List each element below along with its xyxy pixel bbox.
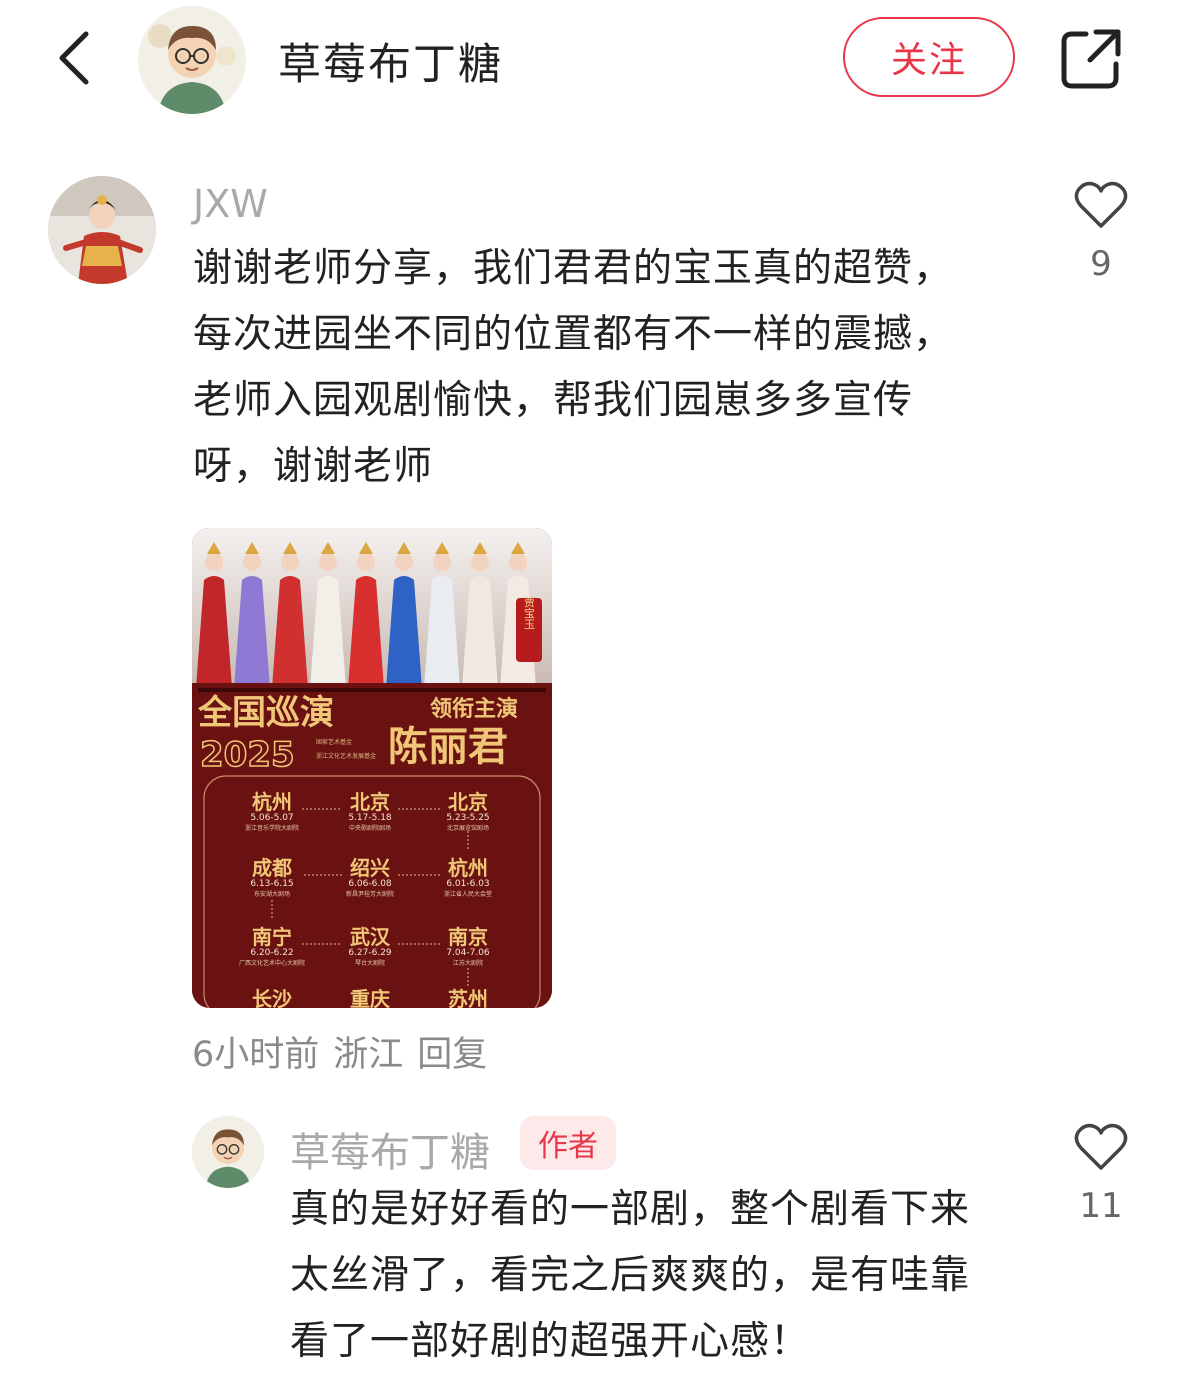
tour-stop-city: 长沙: [252, 987, 292, 1008]
top-bar: 草莓布丁糖 关注: [0, 0, 1179, 120]
tour-stop: 杭州6.01-6.03浙江省人民大会堂: [444, 856, 492, 898]
tour-stop-dates: 6.13-6.15: [250, 879, 293, 889]
actor-head: [433, 553, 451, 571]
tour-stop-city: 杭州: [448, 856, 488, 880]
reply-line: 太丝滑了，看完之后爽爽的，是有哇靠: [290, 1253, 971, 1298]
tour-stop: 北京5.17-5.18中央歌剧院剧场: [348, 790, 392, 832]
comment-meta: 6小时前 浙江 回复: [192, 1026, 501, 1077]
actor-head: [243, 553, 261, 571]
tour-stop: 杭州5.06-5.07浙江音乐学院大剧院: [245, 790, 299, 832]
tour-stop-city: 成都: [252, 856, 292, 880]
reply-line: 真的是好好看的一部剧，整个剧看下来: [290, 1187, 971, 1232]
tour-stop: 苏州: [448, 987, 488, 1008]
poster-lead-label: 领衔主演: [430, 696, 518, 722]
actor-head: [471, 553, 489, 571]
tour-stop-venue: 东安湖大剧场: [254, 890, 290, 898]
reply-username[interactable]: 草莓布丁糖: [290, 1120, 490, 1178]
commenter-avatar[interactable]: [48, 176, 156, 284]
actor-head: [395, 553, 413, 571]
tour-stop-venue: 北京展览馆剧场: [447, 824, 489, 832]
follow-button[interactable]: 关注: [843, 17, 1015, 97]
reply-button[interactable]: 回复: [417, 1035, 487, 1075]
back-arrow-icon[interactable]: [50, 26, 100, 90]
author-avatar[interactable]: [138, 6, 246, 114]
tour-stop-dates: 5.06-5.07: [250, 813, 293, 823]
poster-org-line: 浙江文化艺术发展基金: [316, 752, 376, 760]
poster-tour-title: 全国巡演: [197, 693, 334, 733]
heart-icon: [1074, 1123, 1128, 1170]
poster-lead-name: 陈丽君: [388, 723, 508, 770]
comment-text: 谢谢老师分享，我们君君的宝玉真的超赞， 每次进园坐不同的位置都有不一样的震撼， …: [193, 236, 953, 500]
commenter-username[interactable]: JXW: [193, 182, 268, 226]
actor-head: [319, 553, 337, 571]
tour-stop-city: 北京: [350, 790, 390, 814]
tour-stop: 重庆: [350, 987, 390, 1008]
tour-stop-venue: 江苏大剧院: [453, 959, 483, 967]
tour-stop: 长沙: [252, 987, 292, 1008]
comment-like-button[interactable]: 9: [1071, 180, 1131, 284]
heart-icon: [1074, 181, 1128, 228]
actor-head: [509, 553, 527, 571]
tour-stop-venue: 浙江音乐学院大剧院: [245, 824, 299, 832]
tour-stop-dates: 6.27-6.29: [348, 948, 392, 958]
tour-stop: 绍兴6.06-6.08新昌尹桂芳大剧院: [346, 856, 394, 898]
actor-head: [357, 553, 375, 571]
comment-line: 每次进园坐不同的位置都有不一样的震撼，: [193, 312, 954, 357]
comment-line: 谢谢老师分享，我们君君的宝玉真的超赞，: [193, 246, 954, 291]
tour-stop-dates: 6.06-6.08: [348, 879, 392, 889]
tour-stop-dates: 5.23-5.25: [446, 813, 489, 823]
tour-stop-dates: 7.04-7.06: [446, 948, 490, 958]
actor-head: [205, 553, 223, 571]
tour-stop-city: 南宁: [252, 925, 292, 949]
tour-stop-city: 重庆: [350, 987, 390, 1008]
comment-line: 呀，谢谢老师: [193, 444, 434, 489]
page-title: 草莓布丁糖: [278, 40, 503, 90]
like-count: 11: [1079, 1186, 1123, 1226]
tour-stop-venue: 广西文化艺术中心大剧院: [239, 959, 305, 967]
tour-stop-city: 南京: [448, 925, 488, 949]
reply-like-button[interactable]: 11: [1071, 1122, 1131, 1226]
author-badge: 作者: [520, 1116, 616, 1170]
tour-stop-venue: 琴台大剧院: [355, 959, 385, 967]
reply-author-avatar[interactable]: [192, 1116, 264, 1188]
tour-stop-city: 武汉: [350, 925, 391, 949]
like-count: 9: [1090, 244, 1112, 284]
tour-stop-city: 杭州: [252, 790, 292, 814]
poster-year: 2025: [200, 735, 295, 775]
poster-org-line: 国家艺术基金: [316, 738, 352, 746]
comment-time: 6小时前: [192, 1035, 320, 1075]
actor-head: [281, 553, 299, 571]
reply-line: 看了一部好剧的超强开心感！: [290, 1319, 811, 1364]
reply-text: 真的是好好看的一部剧，整个剧看下来 太丝滑了，看完之后爽爽的，是有哇靠 看了一部…: [290, 1177, 970, 1375]
tour-stop-city: 苏州: [448, 987, 488, 1008]
comment-image-poster[interactable]: 贾宝玉 全国巡演 2025 领衔主演 陈丽君 国家艺术基金 浙江文化艺术发展基金…: [192, 528, 552, 1008]
tour-stop-city: 绍兴: [350, 856, 390, 880]
tour-stop-venue: 中央歌剧院剧场: [349, 824, 391, 832]
poster-side-label: 贾宝玉: [523, 596, 536, 629]
tour-stop-city: 北京: [448, 790, 488, 814]
comment-location: 浙江: [333, 1035, 404, 1075]
share-icon[interactable]: [1058, 26, 1124, 92]
tour-stop: 成都6.13-6.15东安湖大剧场: [250, 856, 293, 898]
tour-stop: 北京5.23-5.25北京展览馆剧场: [446, 790, 489, 832]
tour-stop-dates: 6.20-6.22: [250, 948, 293, 958]
comment-line: 老师入园观剧愉快，帮我们园崽多多宣传: [193, 378, 914, 423]
tour-stop-venue: 浙江省人民大会堂: [444, 890, 492, 898]
tour-stop-dates: 5.17-5.18: [348, 813, 392, 823]
tour-stop-venue: 新昌尹桂芳大剧院: [346, 890, 394, 898]
tour-stop-dates: 6.01-6.03: [446, 879, 489, 889]
